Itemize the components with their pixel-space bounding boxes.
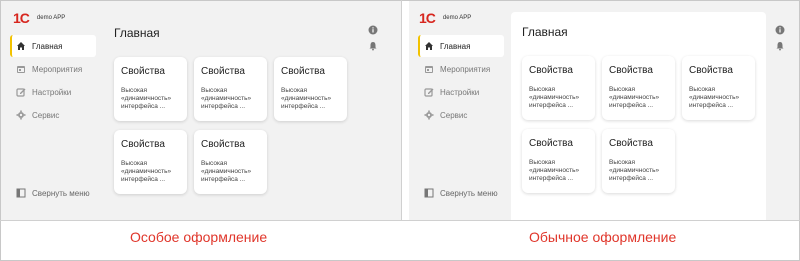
- card-description: Высокая «динамичность» интерфейса ...: [609, 86, 660, 109]
- logo-1c-mark: 1С: [419, 10, 436, 26]
- sidebar-item-settings[interactable]: Настройки: [418, 81, 504, 103]
- card-description: Высокая «динамичность» интерфейса ...: [201, 87, 252, 110]
- property-card[interactable]: Свойства Высокая «динамичность» интерфейса…: [114, 57, 187, 121]
- card-title: Свойства: [281, 66, 325, 77]
- card-title: Свойства: [121, 139, 165, 150]
- card-description: Высокая «динамичность» интерфейса ...: [281, 87, 332, 110]
- card-description: Высокая «динамичность» интерфейса ...: [121, 160, 172, 183]
- sidebar-collapse-icon: [424, 188, 434, 198]
- sidebar-item-label: Настройки: [440, 87, 480, 97]
- collapse-menu-label: Свернуть меню: [32, 188, 90, 198]
- collapse-menu-button[interactable]: Свернуть меню: [16, 188, 90, 198]
- caption-regular-design: Обычное оформление: [529, 229, 677, 245]
- card-description: Высокая «динамичность» интерфейса ...: [529, 159, 580, 182]
- app-logo: 1С demo APP: [419, 10, 471, 26]
- bell-icon[interactable]: [775, 41, 785, 51]
- sidebar-item-label: Главная: [32, 41, 63, 51]
- edit-icon: [424, 87, 434, 97]
- vertical-divider: [401, 0, 402, 221]
- card-description: Высокая «динамичность» интерфейса ...: [121, 87, 172, 110]
- card-title: Свойства: [529, 138, 573, 149]
- page-title: Главная: [114, 26, 160, 40]
- property-card[interactable]: Свойства Высокая «динамичность» интерфейса…: [522, 129, 595, 193]
- home-icon: [424, 41, 434, 51]
- header-actions: [368, 25, 378, 51]
- horizontal-divider: [0, 220, 800, 221]
- sidebar-item-label: Мероприятия: [440, 64, 491, 74]
- sidebar-item-service[interactable]: Сервис: [10, 104, 96, 126]
- app-name: demo APP: [36, 15, 66, 21]
- sidebar-item-settings[interactable]: Настройки: [10, 81, 96, 103]
- property-card[interactable]: Свойства Высокая «динамичность» интерфейса…: [602, 129, 675, 193]
- property-card[interactable]: Свойства Высокая «динамичность» интерфейса…: [194, 57, 267, 121]
- caption-special-design: Особое оформление: [130, 229, 268, 245]
- app-logo: 1С demo APP: [13, 10, 65, 26]
- sidebar-item-label: Настройки: [32, 87, 72, 97]
- card-description: Высокая «динамичность» интерфейса ...: [529, 86, 580, 109]
- card-title: Свойства: [609, 138, 653, 149]
- sidebar-collapse-icon: [16, 188, 26, 198]
- header-actions: [775, 25, 785, 51]
- property-card[interactable]: Свойства Высокая «динамичность» интерфейса…: [274, 57, 347, 121]
- sidebar-item-events[interactable]: Мероприятия: [10, 58, 96, 80]
- logo-1c-mark: 1С: [13, 10, 30, 26]
- sidebar-item-events[interactable]: Мероприятия: [418, 58, 504, 80]
- card-title: Свойства: [689, 65, 733, 76]
- card-title: Свойства: [609, 65, 653, 76]
- bell-icon[interactable]: [368, 41, 378, 51]
- info-icon[interactable]: [368, 25, 378, 35]
- card-description: Высокая «динамичность» интерфейса ...: [201, 160, 252, 183]
- home-icon: [16, 41, 26, 51]
- edit-icon: [16, 87, 26, 97]
- page-title: Главная: [522, 25, 568, 39]
- sidebar-item-home[interactable]: Главная: [418, 35, 504, 57]
- card-title: Свойства: [529, 65, 573, 76]
- sidebar-nav: Главная Мероприятия Настройки Сервис: [418, 35, 504, 127]
- card-description: Высокая «динамичность» интерфейса ...: [609, 159, 660, 182]
- gear-icon: [16, 110, 26, 120]
- card-title: Свойства: [121, 66, 165, 77]
- sidebar-item-label: Сервис: [440, 110, 468, 120]
- card-description: Высокая «динамичность» интерфейса ...: [689, 86, 740, 109]
- calendar-icon: [424, 64, 434, 74]
- gear-icon: [424, 110, 434, 120]
- sidebar-item-label: Сервис: [32, 110, 60, 120]
- special-design-panel: 1С demo APP Главная Мероприятия Настройк…: [1, 1, 401, 220]
- sidebar-item-label: Главная: [440, 41, 471, 51]
- card-title: Свойства: [201, 66, 245, 77]
- collapse-menu-label: Свернуть меню: [440, 188, 498, 198]
- sidebar-nav: Главная Мероприятия Настройки Сервис: [10, 35, 96, 127]
- card-title: Свойства: [201, 139, 245, 150]
- app-name: demo APP: [442, 15, 472, 21]
- collapse-menu-button[interactable]: Свернуть меню: [424, 188, 498, 198]
- property-card[interactable]: Свойства Высокая «динамичность» интерфейса…: [114, 130, 187, 194]
- sidebar-item-label: Мероприятия: [32, 64, 83, 74]
- info-icon[interactable]: [775, 25, 785, 35]
- property-card[interactable]: Свойства Высокая «динамичность» интерфейса…: [194, 130, 267, 194]
- property-card[interactable]: Свойства Высокая «динамичность» интерфейса…: [682, 56, 755, 120]
- calendar-icon: [16, 64, 26, 74]
- property-card[interactable]: Свойства Высокая «динамичность» интерфейса…: [602, 56, 675, 120]
- sidebar-item-service[interactable]: Сервис: [418, 104, 504, 126]
- sidebar-item-home[interactable]: Главная: [10, 35, 96, 57]
- property-card[interactable]: Свойства Высокая «динамичность» интерфейса…: [522, 56, 595, 120]
